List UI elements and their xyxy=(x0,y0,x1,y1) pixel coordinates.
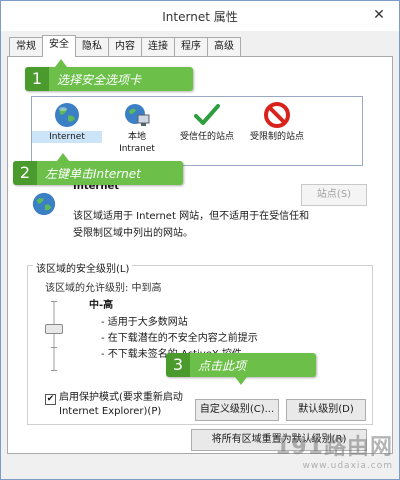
zone-internet-label: Internet xyxy=(32,131,102,143)
zone-internet[interactable]: Internet xyxy=(32,101,102,143)
zone-trusted-sites-label: 受信任的站点 xyxy=(179,132,234,142)
window-title: Internet 属性 xyxy=(162,10,238,24)
intranet-icon xyxy=(125,104,150,126)
tab-advanced[interactable]: 高级 xyxy=(207,37,241,57)
callout-number: 3 xyxy=(166,353,190,377)
callout-number: 2 xyxy=(13,161,37,185)
tab-security[interactable]: 安全 xyxy=(42,35,76,57)
security-level-group-title: 该区域的安全级别(L) xyxy=(33,260,133,275)
callout-text: 点击此项 xyxy=(198,358,247,373)
slider-tick xyxy=(51,347,57,348)
tab-privacy[interactable]: 隐私 xyxy=(75,37,109,57)
zone-restricted-sites[interactable]: 受限制的站点 xyxy=(242,101,312,143)
zone-local-intranet[interactable]: 本地 Intranet xyxy=(102,101,172,155)
tab-connections[interactable]: 连接 xyxy=(141,37,175,57)
close-button[interactable]: ✕ xyxy=(365,5,393,25)
watermark-url: www.udaxia.com xyxy=(302,461,393,471)
zone-trusted-sites[interactable]: 受信任的站点 xyxy=(172,101,242,143)
level-point: - 适用于大多数网站 xyxy=(101,317,188,328)
checkmark-icon xyxy=(194,104,220,125)
zone-info-description: 该区域适用于 Internet 网站，但不适用于在受信任和受限制区域中列出的网站… xyxy=(73,211,310,239)
callout-arrow xyxy=(57,153,69,161)
globe-icon xyxy=(32,192,56,216)
callout-number: 1 xyxy=(25,67,49,91)
protected-mode-label-line1: 启用保护模式(要求重新启动 xyxy=(59,392,183,403)
slider-tick xyxy=(51,370,57,371)
internet-properties-window: Internet 属性 ✕ 常规 安全 隐私 内容 连接 程序 高级 Inter… xyxy=(0,0,400,480)
security-level-name: 中-高 xyxy=(89,300,114,311)
watermark-logo-text: 191路由网 xyxy=(275,435,393,460)
custom-level-button[interactable]: 自定义级别(C)... xyxy=(195,399,279,421)
callout-step-2: 2 左键单击Internet xyxy=(13,161,183,185)
callout-text: 左键单击Internet xyxy=(45,166,141,181)
slider-tick xyxy=(51,301,57,302)
callout-arrow xyxy=(235,377,247,385)
tab-content[interactable]: 内容 xyxy=(108,37,142,57)
level-point: - 在下载潜在的不安全内容之前提示 xyxy=(101,333,258,344)
default-level-button[interactable]: 默认级别(D) xyxy=(286,399,366,421)
tab-general[interactable]: 常规 xyxy=(9,37,43,57)
callout-step-1: 1 选择安全选项卡 xyxy=(25,67,193,91)
security-level-slider-thumb[interactable] xyxy=(45,324,63,334)
title-bar: Internet 属性 ✕ xyxy=(1,1,399,31)
protected-mode-checkbox[interactable]: ✔ xyxy=(45,394,56,405)
protected-mode-label-line2: Internet Explorer)(P) xyxy=(59,406,162,417)
zone-restricted-sites-label: 受限制的站点 xyxy=(249,132,304,142)
watermark: 191路由网 www.udaxia.com xyxy=(275,429,393,471)
callout-step-3: 3 点击此项 xyxy=(166,353,316,377)
protected-mode-option[interactable]: ✔ 启用保护模式(要求重新启动 Internet Explorer)(P) xyxy=(45,391,183,419)
zone-list: Internet 本地 Intranet 受信任的站点 受限制的站点 xyxy=(31,96,363,166)
tab-programs[interactable]: 程序 xyxy=(174,37,208,57)
callout-text: 选择安全选项卡 xyxy=(57,72,142,87)
allowed-level-label: 该区域的允许级别: 中到高 xyxy=(45,283,162,294)
tab-strip: 常规 安全 隐私 内容 连接 程序 高级 xyxy=(9,35,241,57)
sites-button[interactable]: 站点(S) xyxy=(301,184,367,206)
security-level-slider-track[interactable] xyxy=(51,301,57,371)
callout-arrow xyxy=(55,59,67,67)
restricted-icon xyxy=(264,102,290,128)
zone-local-intranet-label: 本地 Intranet xyxy=(119,132,155,154)
globe-icon xyxy=(55,103,79,127)
